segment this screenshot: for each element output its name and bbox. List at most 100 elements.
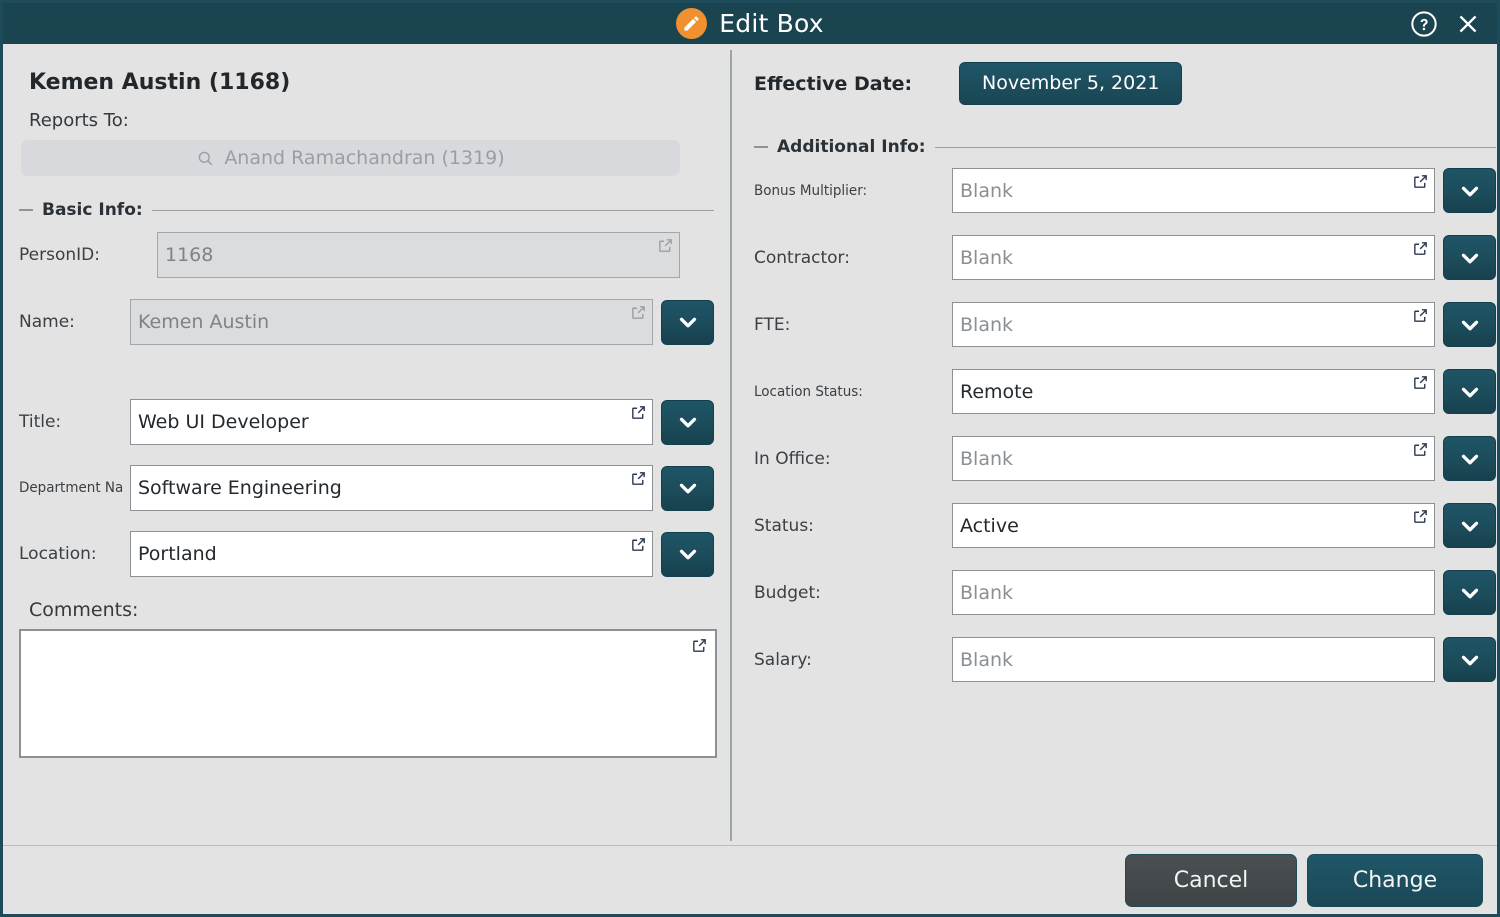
- open-in-new-icon[interactable]: [1412, 374, 1429, 391]
- field-label-department-name: Department Name:: [19, 480, 123, 496]
- field-value-department-name: Software Engineering: [138, 477, 342, 499]
- field-wrap-fte: Blank: [952, 302, 1435, 347]
- field-input-location-status[interactable]: Remote: [952, 369, 1435, 414]
- pencil-icon: [676, 8, 708, 39]
- field-wrap-location: Portland: [130, 531, 653, 577]
- field-input-contractor[interactable]: Blank: [952, 235, 1435, 280]
- comments-label: Comments:: [29, 599, 139, 621]
- collapse-dash-icon[interactable]: [19, 209, 33, 211]
- open-in-new-icon[interactable]: [630, 404, 647, 421]
- field-input-title[interactable]: Web UI Developer: [130, 399, 653, 445]
- field-input-bonus-multiplier[interactable]: Blank: [952, 168, 1435, 213]
- field-input-name: Kemen Austin: [130, 299, 653, 345]
- field-input-budget[interactable]: Blank: [952, 570, 1435, 615]
- close-icon[interactable]: [1455, 11, 1481, 37]
- effective-date-button[interactable]: November 5, 2021: [959, 62, 1183, 105]
- left-panel: Kemen Austin (1168) Reports To: Anand Ra…: [3, 44, 730, 845]
- dropdown-button-status[interactable]: [1443, 503, 1496, 548]
- basic-info-section-header: Basic Info:: [19, 200, 714, 220]
- dropdown-button-salary[interactable]: [1443, 637, 1496, 682]
- basic-info-fields: PersonID: 1168 Name: Kemen Austin Title: Web …: [19, 232, 714, 577]
- field-label-contractor: Contractor:: [754, 247, 850, 268]
- field-wrap-personid: 1168: [157, 232, 680, 278]
- field-wrap-contractor: Blank: [952, 235, 1435, 280]
- field-input-personid: 1168: [157, 232, 680, 278]
- open-in-new-icon[interactable]: [1412, 307, 1429, 324]
- right-panel: Effective Date: November 5, 2021 Additio…: [732, 44, 1500, 845]
- field-row-department-name: Department Name: Software Engineering: [19, 465, 714, 511]
- section-rule: [151, 209, 714, 211]
- open-in-new-icon[interactable]: [1412, 441, 1429, 458]
- title-bar-actions: [1410, 3, 1481, 44]
- field-row-personid: PersonID: 1168: [19, 232, 714, 278]
- field-row-in-office: In Office: Blank: [754, 436, 1496, 481]
- search-icon: [196, 149, 215, 168]
- field-input-department-name[interactable]: Software Engineering: [130, 465, 653, 511]
- field-row-bonus-multiplier: Bonus Multiplier: Blank: [754, 168, 1496, 213]
- field-value-title: Web UI Developer: [138, 411, 309, 433]
- dropdown-button-name[interactable]: [661, 299, 714, 345]
- dropdown-button-fte[interactable]: [1443, 302, 1496, 347]
- field-value-bonus-multiplier: Blank: [960, 179, 1014, 202]
- field-wrap-status: Active: [952, 503, 1435, 548]
- field-label-bonus-multiplier: Bonus Multiplier:: [754, 182, 868, 199]
- dropdown-button-in-office[interactable]: [1443, 436, 1496, 481]
- page-title: Kemen Austin (1168): [29, 70, 291, 95]
- field-wrap-salary: Blank: [952, 637, 1435, 682]
- dropdown-button-contractor[interactable]: [1443, 235, 1496, 280]
- field-value-location: Portland: [138, 543, 217, 565]
- basic-info-label: Basic Info:: [42, 200, 143, 220]
- dropdown-button-budget[interactable]: [1443, 570, 1496, 615]
- open-in-new-icon[interactable]: [1412, 173, 1429, 190]
- dropdown-button-location[interactable]: [661, 531, 714, 577]
- effective-date-row: Effective Date: November 5, 2021: [754, 62, 1496, 105]
- field-input-fte[interactable]: Blank: [952, 302, 1435, 347]
- field-row-location: Location: Portland: [19, 531, 714, 577]
- field-input-in-office[interactable]: Blank: [952, 436, 1435, 481]
- field-label-location: Location:: [19, 544, 97, 564]
- dialog-body: Kemen Austin (1168) Reports To: Anand Ra…: [3, 44, 1497, 845]
- change-button[interactable]: Change: [1307, 853, 1483, 907]
- field-label-fte: FTE:: [754, 314, 791, 335]
- dropdown-button-department-name[interactable]: [661, 465, 714, 511]
- field-row-location-status: Location Status: Remote: [754, 369, 1496, 414]
- field-input-location[interactable]: Portland: [130, 531, 653, 577]
- field-label-name: Name:: [19, 312, 75, 332]
- reports-to-search-input[interactable]: Anand Ramachandran (1319): [21, 140, 680, 176]
- reports-to-value: Anand Ramachandran (1319): [224, 147, 505, 169]
- field-row-fte: FTE: Blank: [754, 302, 1496, 347]
- open-in-new-icon[interactable]: [630, 536, 647, 553]
- open-in-new-icon[interactable]: [1412, 508, 1429, 525]
- field-wrap-department-name: Software Engineering: [130, 465, 653, 511]
- collapse-dash-icon[interactable]: [754, 146, 768, 148]
- field-value-location-status: Remote: [960, 380, 1034, 403]
- edit-box-window: Edit Box Kemen Austin (1168) Reports To:…: [0, 0, 1500, 917]
- help-circle-icon[interactable]: [1410, 10, 1438, 38]
- field-value-in-office: Blank: [960, 447, 1014, 470]
- field-value-fte: Blank: [960, 313, 1014, 336]
- field-label-salary: Salary:: [754, 649, 812, 670]
- field-wrap-bonus-multiplier: Blank: [952, 168, 1435, 213]
- dropdown-button-location-status[interactable]: [1443, 369, 1496, 414]
- field-value-status: Active: [960, 514, 1019, 537]
- field-value-salary: Blank: [960, 648, 1014, 671]
- cancel-button[interactable]: Cancel: [1125, 853, 1297, 907]
- field-input-status[interactable]: Active: [952, 503, 1435, 548]
- comments-textarea[interactable]: [19, 629, 717, 758]
- field-input-salary[interactable]: Blank: [952, 637, 1435, 682]
- field-value-contractor: Blank: [960, 246, 1014, 269]
- dropdown-button-title[interactable]: [661, 399, 714, 445]
- section-rule: [934, 146, 1496, 148]
- field-label-title: Title:: [19, 412, 62, 432]
- open-in-new-icon[interactable]: [630, 304, 647, 321]
- field-wrap-budget: Blank: [952, 570, 1435, 615]
- open-in-new-icon[interactable]: [1412, 240, 1429, 257]
- open-in-new-icon[interactable]: [691, 637, 708, 654]
- field-value-budget: Blank: [960, 581, 1014, 604]
- open-in-new-icon[interactable]: [630, 470, 647, 487]
- title-group: Edit Box: [676, 8, 824, 39]
- field-label-personid: PersonID:: [19, 245, 100, 265]
- open-in-new-icon[interactable]: [657, 237, 674, 254]
- window-title: Edit Box: [719, 9, 824, 38]
- dropdown-button-bonus-multiplier[interactable]: [1443, 168, 1496, 213]
